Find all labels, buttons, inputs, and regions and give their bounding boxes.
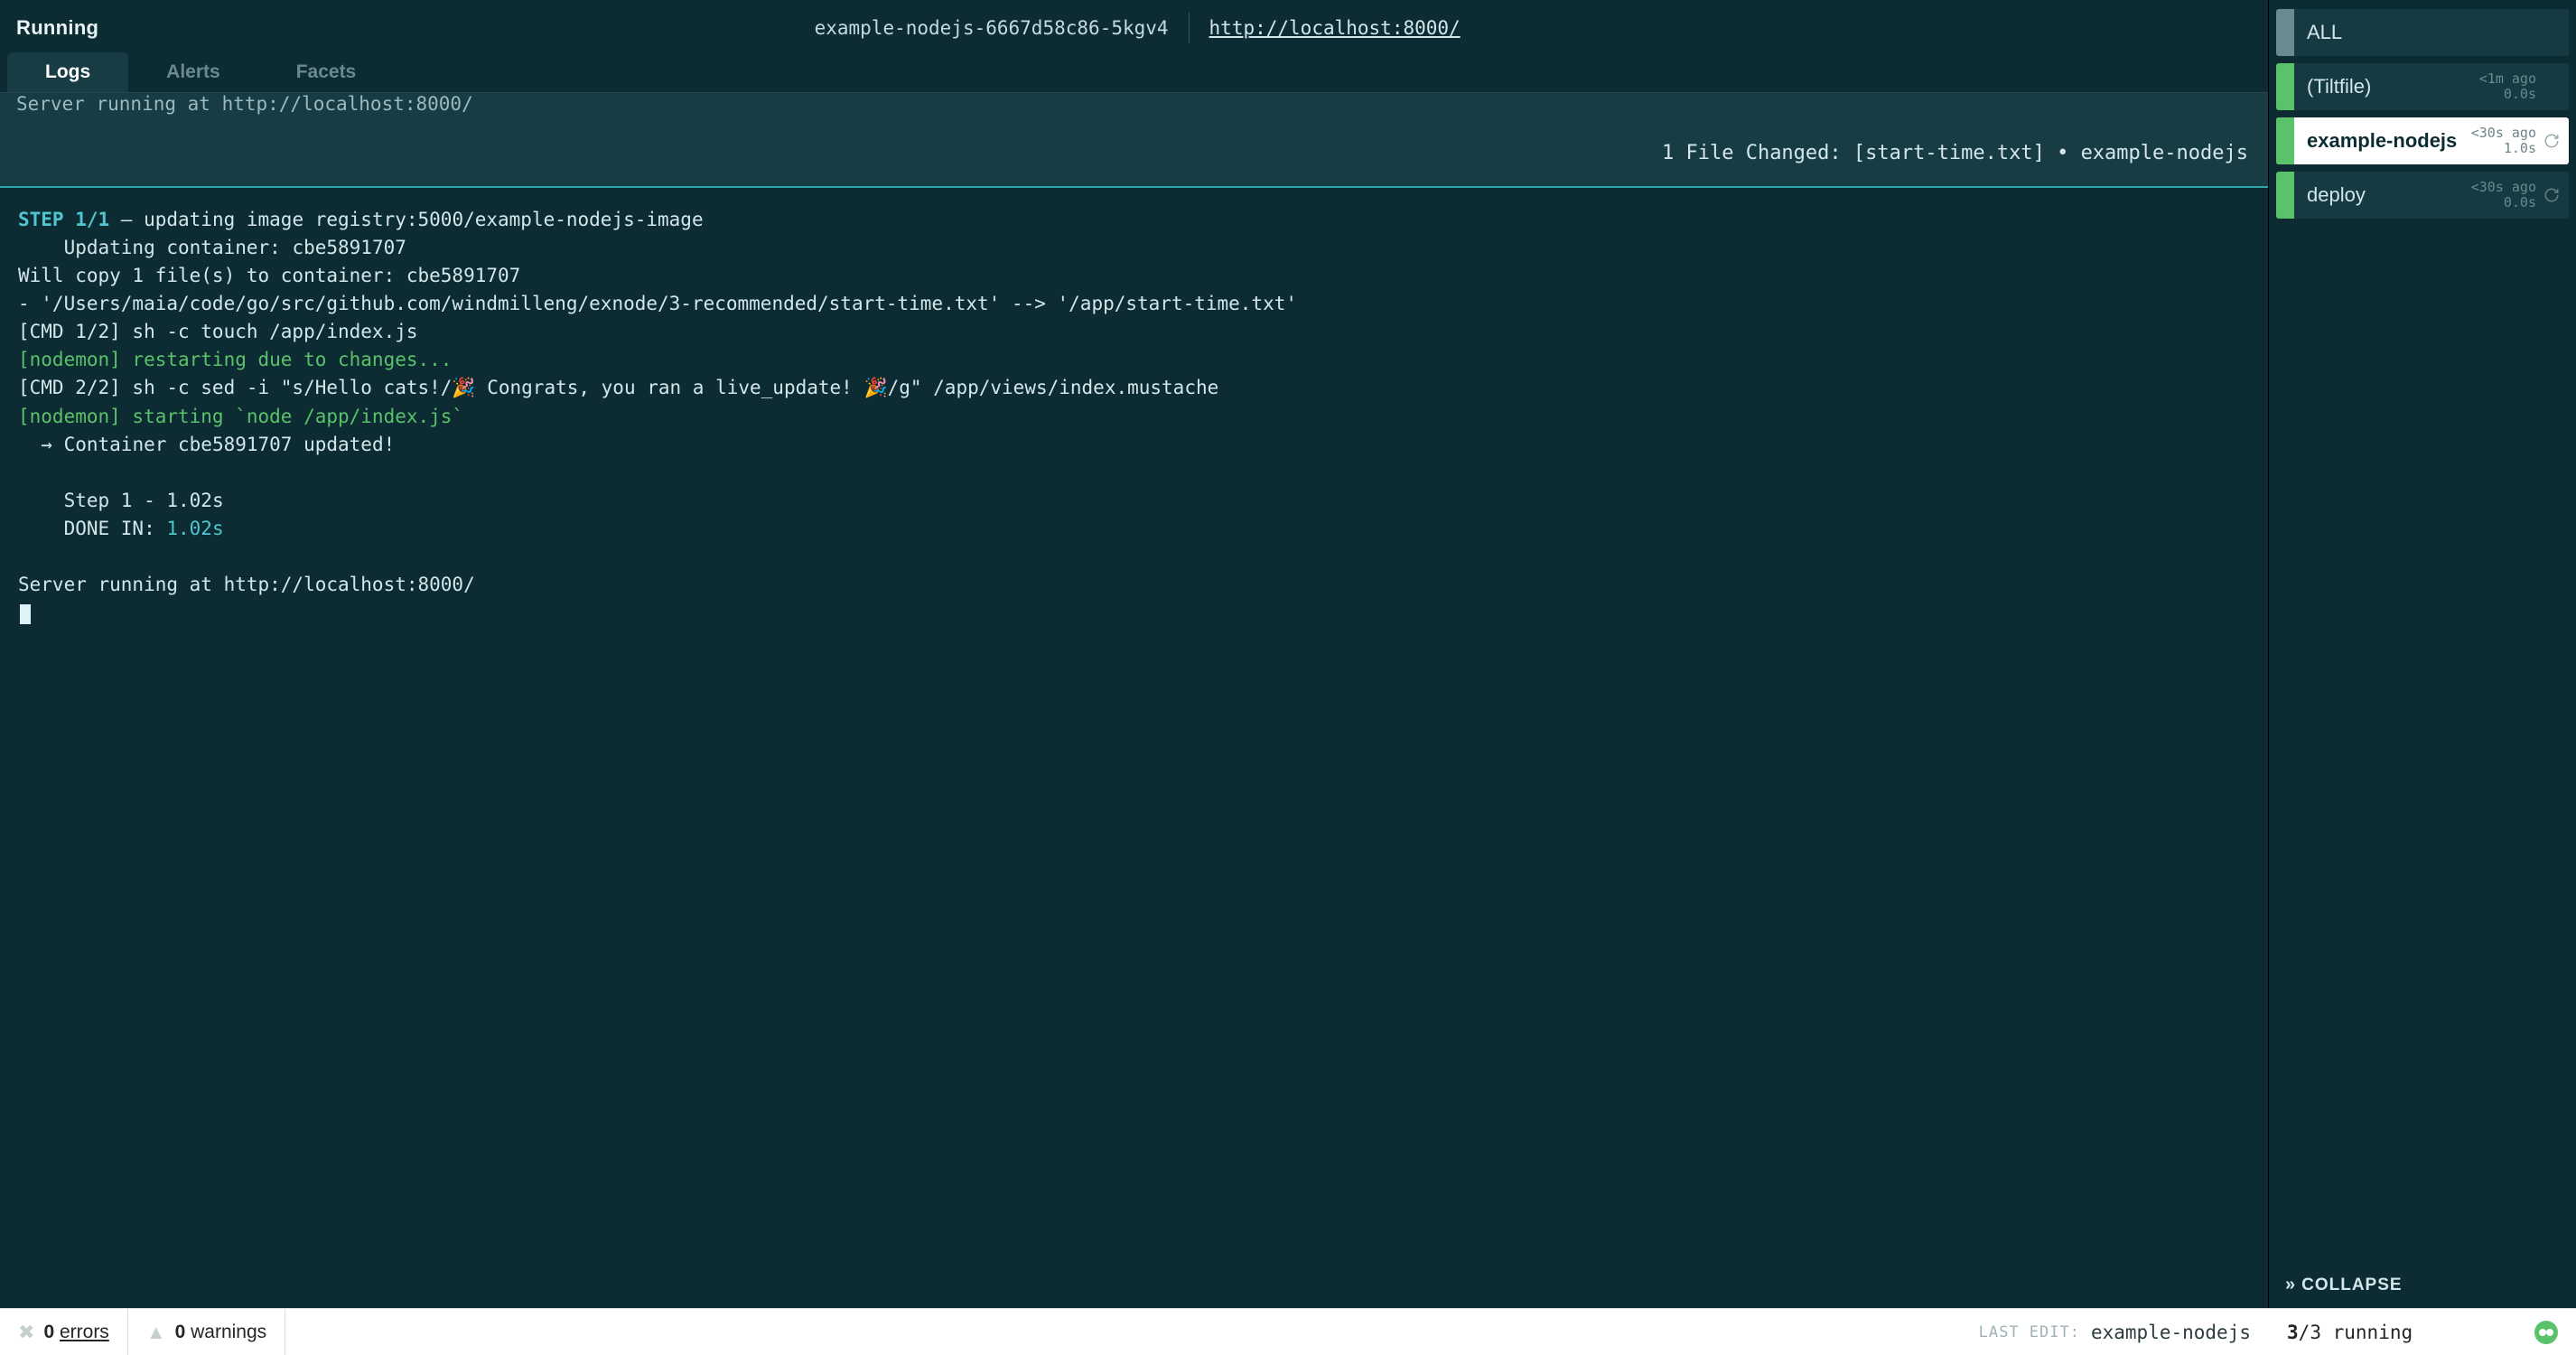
log-line: Will copy 1 file(s) to container: cbe589… [18, 262, 2250, 290]
header-bar: Running example-nodejs-6667d58c86-5kgv4 … [0, 0, 2268, 52]
log-line: [CMD 1/2] sh -c touch /app/index.js [18, 318, 2250, 346]
log-line: STEP 1/1 — updating image registry:5000/… [18, 206, 2250, 234]
tab-facets[interactable]: Facets [258, 52, 395, 92]
running-done: 3 [2287, 1322, 2299, 1343]
running-label: running [2333, 1322, 2413, 1343]
file-changed-bar: 1 File Changed: [start-time.txt] • examp… [0, 120, 2268, 188]
log-line: Server running at http://localhost:8000/ [18, 571, 2250, 599]
divider-icon [1189, 13, 1190, 43]
resource-item[interactable]: (Tiltfile)<1m ago0.0s [2276, 63, 2569, 110]
log-line: Updating container: cbe5891707 [18, 234, 2250, 262]
log-line: → Container cbe5891707 updated! [18, 431, 2250, 459]
last-edit-cell: LAST EDIT: example-nodejs [285, 1309, 2269, 1355]
errors-count: 0 [43, 1322, 54, 1342]
last-edit-label: LAST EDIT: [1979, 1323, 2080, 1341]
log-area: Server running at http://localhost:8000/… [0, 92, 2268, 1308]
cursor-icon [20, 604, 31, 624]
warnings-cell[interactable]: ▲ 0 warnings [128, 1309, 285, 1355]
errors-label: errors [60, 1322, 109, 1342]
log-line: [nodemon] restarting due to changes... [18, 346, 2250, 374]
status-bar: ✖ 0 errors ▲ 0 warnings LAST EDIT: examp… [0, 1308, 2576, 1355]
running-total: 3 [2310, 1322, 2321, 1343]
log-body[interactable]: STEP 1/1 — updating image registry:5000/… [0, 188, 2268, 1308]
log-line [18, 543, 2250, 571]
status-indicator [2276, 63, 2294, 110]
collapse-button[interactable]: » COLLAPSE [2269, 1262, 2576, 1308]
warnings-count: 0 [175, 1322, 186, 1342]
resource-item[interactable]: deploy<30s ago0.0s [2276, 172, 2569, 219]
status-indicator [2276, 172, 2294, 219]
status-label: Running [16, 16, 98, 40]
chevron-right-icon: » [2285, 1275, 2292, 1295]
refresh-icon[interactable] [2543, 187, 2560, 203]
refresh-icon[interactable] [2543, 133, 2560, 149]
tabs-row: LogsAlertsFacets [0, 52, 2268, 92]
pod-id: example-nodejs-6667d58c86-5kgv4 [815, 17, 1169, 39]
resource-item[interactable]: ALL [2276, 9, 2569, 56]
warning-icon: ▲ [146, 1321, 166, 1344]
log-line [18, 459, 2250, 487]
last-edit-value: example-nodejs [2091, 1322, 2251, 1343]
main-pane: Running example-nodejs-6667d58c86-5kgv4 … [0, 0, 2269, 1308]
resource-label: (Tiltfile) [2294, 75, 2479, 98]
resource-label: example-nodejs [2294, 129, 2471, 153]
tab-alerts[interactable]: Alerts [128, 52, 258, 92]
tab-logs[interactable]: Logs [7, 52, 128, 92]
endpoint-link[interactable]: http://localhost:8000/ [1209, 17, 1461, 39]
log-line: [nodemon] starting `node /app/index.js` [18, 403, 2250, 431]
tilt-logo-icon[interactable] [2534, 1321, 2558, 1344]
resource-label: ALL [2294, 21, 2543, 44]
resource-meta: <30s ago0.0s [2471, 180, 2543, 211]
collapse-label: COLLAPSE [2301, 1276, 2402, 1295]
status-indicator [2276, 9, 2294, 56]
log-line: [CMD 2/2] sh -c sed -i "s/Hello cats!/🎉 … [18, 374, 2250, 402]
running-cell: 3/3 running [2269, 1309, 2576, 1355]
errors-cell[interactable]: ✖ 0 errors [0, 1309, 128, 1355]
warnings-label: warnings [191, 1322, 266, 1342]
resource-list: ALL(Tiltfile)<1m ago0.0sexample-nodejs<3… [2269, 0, 2576, 226]
resource-meta: <30s ago1.0s [2471, 126, 2543, 157]
log-line: Step 1 - 1.02s [18, 487, 2250, 515]
resource-sidebar: ALL(Tiltfile)<1m ago0.0sexample-nodejs<3… [2269, 0, 2576, 1308]
truncated-log-line: Server running at http://localhost:8000/ [0, 92, 2268, 120]
resource-item[interactable]: example-nodejs<30s ago1.0s [2276, 117, 2569, 164]
log-line: - '/Users/maia/code/go/src/github.com/wi… [18, 290, 2250, 318]
header-info: example-nodejs-6667d58c86-5kgv4 http://l… [815, 13, 1461, 43]
error-icon: ✖ [18, 1321, 34, 1344]
resource-meta: <1m ago0.0s [2479, 71, 2543, 103]
status-indicator [2276, 117, 2294, 164]
resource-label: deploy [2294, 183, 2471, 207]
log-line: DONE IN: 1.02s [18, 515, 2250, 543]
